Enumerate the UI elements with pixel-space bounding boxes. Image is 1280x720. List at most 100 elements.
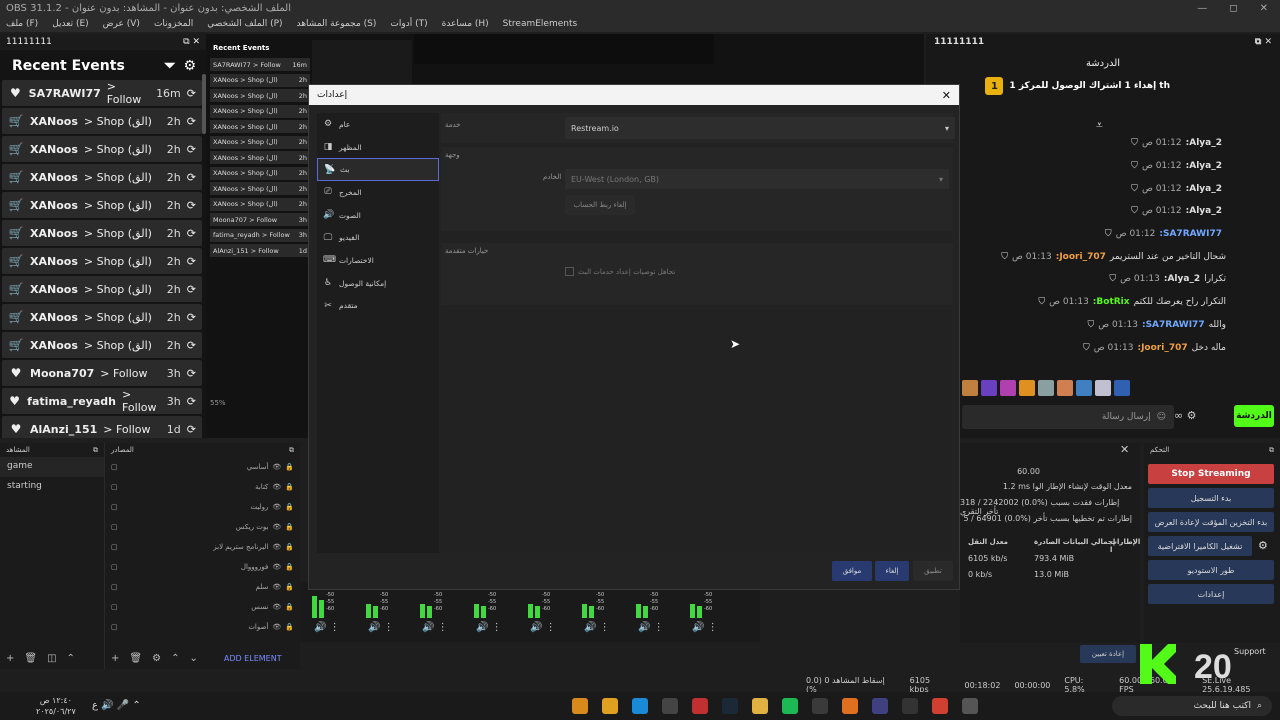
- close-button[interactable]: ✕: [1260, 3, 1268, 14]
- shield-icon[interactable]: ⛉: [1083, 343, 1090, 353]
- app-icon[interactable]: [842, 698, 858, 714]
- source-item[interactable]: ▢ أصوات 👁 🔒: [105, 617, 300, 637]
- add-icon[interactable]: +: [6, 653, 14, 664]
- chat-user[interactable]: SA7RAWI77:: [1159, 229, 1222, 239]
- replay-icon[interactable]: ⟳: [187, 339, 196, 352]
- lock-icon[interactable]: 🔒: [285, 523, 294, 531]
- emote-icon[interactable]: [981, 380, 997, 396]
- event-row[interactable]: ♥ SA7RAWI77 > Follow 16m ⟳: [2, 80, 202, 106]
- close-icon[interactable]: ✕: [942, 89, 951, 102]
- dock-controls[interactable]: ⧉: [93, 446, 98, 454]
- settings-button[interactable]: إعدادات: [1148, 584, 1274, 604]
- chat-user[interactable]: Alya_2:: [1164, 274, 1200, 284]
- source-item[interactable]: ▢ كتابة 👁 🔒: [105, 477, 300, 497]
- event-row[interactable]: 🛒 XANoos > Shop (الق) 2h ⟳: [2, 248, 202, 274]
- menu-item[interactable]: عرض (V): [101, 19, 142, 29]
- emote-icon[interactable]: [1057, 380, 1073, 396]
- ignore-recommendations-checkbox[interactable]: تجاهل توصيات إعداد خدمات البث: [565, 267, 675, 276]
- app-icon[interactable]: [572, 698, 588, 714]
- source-item[interactable]: ▢ فوروووال 👁 🔒: [105, 557, 300, 577]
- lock-icon[interactable]: 🔒: [285, 483, 294, 491]
- eye-icon[interactable]: 👁: [272, 583, 281, 591]
- close-icon[interactable]: ✕: [1120, 443, 1129, 456]
- apply-button[interactable]: تطبيق: [913, 561, 953, 581]
- event-row[interactable]: 🛒 XANoos > Shop (الق) 2h ⟳: [2, 108, 202, 134]
- emote-icon[interactable]: [1000, 380, 1016, 396]
- app-icon[interactable]: [962, 698, 978, 714]
- gear-icon[interactable]: ⚙: [183, 58, 196, 74]
- replay-icon[interactable]: ⟳: [187, 311, 196, 324]
- chat-user[interactable]: Alya_2:: [1186, 206, 1222, 216]
- shield-icon[interactable]: ⛉: [1131, 206, 1138, 216]
- shield-icon[interactable]: ⛉: [1131, 161, 1138, 171]
- eye-icon[interactable]: 👁: [272, 623, 281, 631]
- eye-icon[interactable]: 👁: [272, 543, 281, 551]
- chat-user[interactable]: Alya_2:: [1186, 138, 1222, 148]
- volume-icon[interactable]: 🔊 ⋮: [314, 622, 340, 633]
- chat-user[interactable]: SA7RAWI77:: [1142, 320, 1205, 330]
- eye-icon[interactable]: 👁: [272, 503, 281, 511]
- checkbox-icon[interactable]: [565, 267, 574, 276]
- dock-controls[interactable]: ⧉: [1269, 446, 1274, 454]
- chat-send-button[interactable]: الدردشة: [1234, 405, 1274, 427]
- settings-tab[interactable]: ⚙ عام: [317, 113, 439, 136]
- app-icon[interactable]: [692, 698, 708, 714]
- shield-icon[interactable]: ⛉: [1038, 297, 1045, 307]
- replay-icon[interactable]: ⟳: [187, 115, 196, 128]
- expand-icon[interactable]: ⩡: [1096, 118, 1103, 133]
- ok-button[interactable]: موافق: [832, 561, 872, 581]
- menu-item[interactable]: الملف الشخصي (P): [205, 19, 284, 29]
- volume-icon[interactable]: 🔊 ⋮: [530, 622, 556, 633]
- lock-icon[interactable]: 🔒: [285, 603, 294, 611]
- volume-icon[interactable]: 🔊 ⋮: [476, 622, 502, 633]
- event-row[interactable]: 🛒 XANoos > Shop (الق) 2h ⟳: [2, 136, 202, 162]
- replay-icon[interactable]: ⟳: [187, 171, 196, 184]
- replay-icon[interactable]: ⟳: [187, 87, 196, 100]
- shield-icon[interactable]: ⛉: [1109, 274, 1116, 284]
- gear-icon[interactable]: ⚙: [1258, 539, 1268, 552]
- edge-icon[interactable]: [632, 698, 648, 714]
- event-row[interactable]: 🛒 XANoos > Shop (الق) 2h ⟳: [2, 164, 202, 190]
- eye-icon[interactable]: 👁: [272, 523, 281, 531]
- settings-tab[interactable]: 📡 بث: [317, 158, 439, 182]
- dock-controls[interactable]: ⧉ ✕: [183, 37, 200, 47]
- source-item[interactable]: ▢ بوت ريكس 👁 🔒: [105, 517, 300, 537]
- replay-icon[interactable]: ⟳: [187, 367, 196, 380]
- emote-icon[interactable]: [1076, 380, 1092, 396]
- eye-icon[interactable]: 👁: [272, 463, 281, 471]
- replay-icon[interactable]: ⟳: [187, 283, 196, 296]
- filter-icon[interactable]: ⏷: [164, 58, 175, 74]
- event-row[interactable]: 🛒 XANoos > Shop (الق) 2h ⟳: [2, 220, 202, 246]
- minimize-button[interactable]: —: [1197, 3, 1207, 14]
- source-item[interactable]: ▢ البرنامج ستريم لابز 👁 🔒: [105, 537, 300, 557]
- dock-controls[interactable]: ⧉: [289, 446, 294, 454]
- shield-icon[interactable]: ⛉: [1001, 252, 1008, 262]
- maximize-button[interactable]: ◻: [1229, 3, 1237, 14]
- shield-icon[interactable]: ⛉: [1105, 229, 1112, 239]
- studio-mode-button[interactable]: طور الاستوديو: [1148, 560, 1274, 580]
- add-icon[interactable]: +: [111, 653, 119, 664]
- emoji-icon[interactable]: ☺: [1157, 412, 1166, 422]
- epic-icon[interactable]: [902, 698, 918, 714]
- replay-icon[interactable]: ⟳: [187, 143, 196, 156]
- tray-icons[interactable]: ع 🔊 🎤 ⌃: [92, 700, 141, 711]
- replay-buffer-button[interactable]: بدء التخزين المؤقت لإعادة العرض: [1148, 512, 1274, 532]
- event-row[interactable]: ♥ AlAnzi_151 > Follow 1d ⟳: [2, 416, 202, 438]
- event-row[interactable]: 🛒 XANoos > Shop (الق) 2h ⟳: [2, 332, 202, 358]
- lock-icon[interactable]: 🔒: [285, 563, 294, 571]
- replay-icon[interactable]: ⟳: [187, 227, 196, 240]
- replay-icon[interactable]: ⟳: [187, 255, 196, 268]
- down-icon[interactable]: ⌄: [189, 653, 197, 664]
- spotify-icon[interactable]: [782, 698, 798, 714]
- settings-tab[interactable]: ⎚ المخرج: [317, 181, 439, 204]
- settings-tab[interactable]: ♿ إمكانية الوصول: [317, 272, 439, 295]
- lock-icon[interactable]: 🔒: [285, 463, 294, 471]
- app-icon[interactable]: [662, 698, 678, 714]
- taskbar-search[interactable]: اكتب هنا للبحث ⌕: [1112, 696, 1272, 716]
- trash-icon[interactable]: 🗑: [24, 653, 37, 664]
- emote-icon[interactable]: [1038, 380, 1054, 396]
- chat-user[interactable]: Joori_707:: [1056, 252, 1106, 262]
- emote-icon[interactable]: [1114, 380, 1130, 396]
- settings-tab[interactable]: 🖵 الفيديو: [317, 226, 439, 249]
- chat-user[interactable]: BotRix:: [1093, 297, 1130, 307]
